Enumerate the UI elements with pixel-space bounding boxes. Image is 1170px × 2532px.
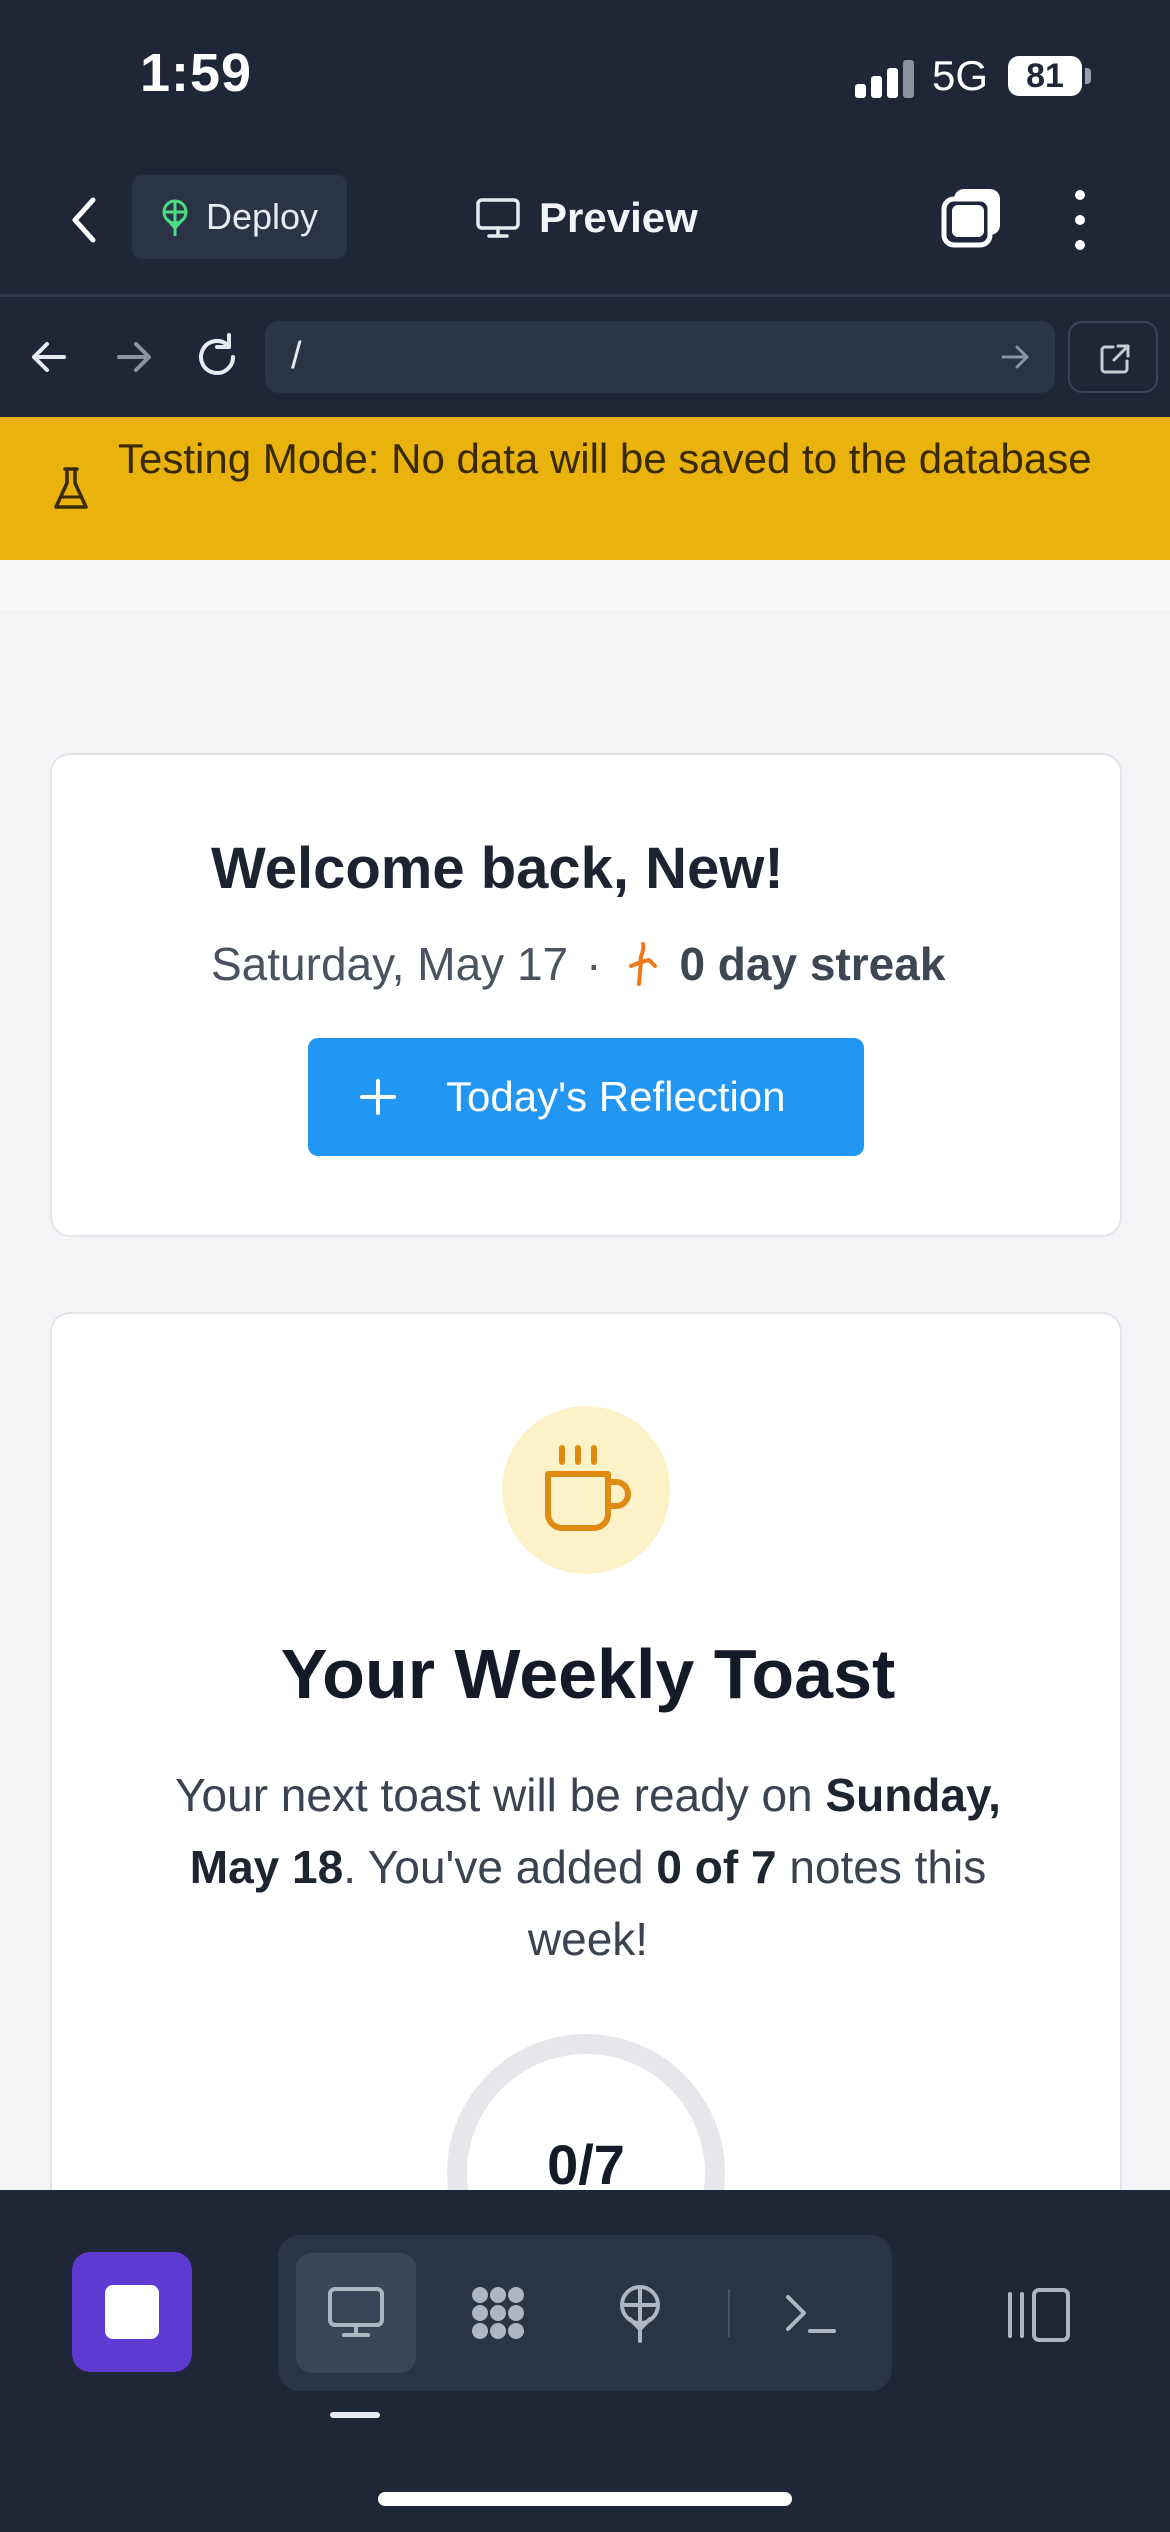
preview-tool-button[interactable] (296, 2253, 416, 2373)
shell-tool-button[interactable] (750, 2253, 870, 2373)
browser-back-button[interactable] (20, 327, 80, 387)
bottom-dock (0, 2190, 1170, 2532)
status-bar: 1:59 5G 81 (0, 0, 1170, 150)
stop-button[interactable] (72, 2252, 192, 2372)
current-date: Saturday, May 17 (211, 938, 569, 990)
agent-icon (472, 2287, 524, 2339)
url-input[interactable]: / (265, 321, 1055, 393)
terminal-icon (786, 2295, 836, 2333)
streak-count: 0 day streak (679, 938, 946, 990)
app-screen: 1:59 5G 81 Deploy Preview / Testing Mode… (0, 0, 1170, 2532)
tabs-button[interactable] (940, 185, 1006, 251)
welcome-subtitle: Saturday, May 17 · 0 day streak (211, 937, 945, 991)
cellular-signal-icon (855, 60, 915, 98)
monitor-icon (328, 2287, 384, 2337)
vertical-dots-icon (1075, 190, 1085, 250)
browser-toolbar: / (0, 297, 1170, 417)
deploy-button[interactable]: Deploy (132, 175, 347, 259)
network-type: 5G (932, 52, 989, 99)
tool-separator (728, 2289, 730, 2337)
toast-desc-part: Your next toast will be ready on (175, 1769, 826, 1821)
external-link-icon (1100, 344, 1130, 374)
active-tab-indicator (330, 2412, 380, 2418)
battery-tip (1085, 68, 1091, 84)
panel-toggle-button[interactable] (998, 2280, 1078, 2350)
agent-tool-button[interactable] (438, 2253, 558, 2373)
app-header-strip (0, 560, 1170, 610)
separator-dot: · (586, 938, 602, 990)
coffee-badge (502, 1406, 670, 1574)
app-content: Welcome back, New! Saturday, May 17 · 0 … (0, 560, 1170, 2190)
progress-label: 0/7 (547, 2133, 625, 2190)
toast-desc-part: . You've added (343, 1841, 657, 1893)
deploy-label: Deploy (206, 196, 319, 237)
reload-icon (199, 333, 235, 375)
tabs-icon (941, 189, 1000, 248)
reload-button[interactable] (187, 327, 247, 387)
url-value: / (291, 335, 302, 377)
more-options-button[interactable] (1060, 185, 1100, 255)
deploy-icon (162, 199, 188, 236)
tool-switcher (278, 2235, 892, 2391)
panel-icon (1008, 2288, 1070, 2342)
testing-mode-banner: Testing Mode: No data will be saved to t… (0, 417, 1170, 560)
todays-reflection-button[interactable]: Today's Reflection (308, 1038, 864, 1156)
top-nav: Deploy Preview (0, 150, 1170, 295)
welcome-card: Welcome back, New! Saturday, May 17 · 0 … (50, 753, 1122, 1237)
deploy-icon (620, 2285, 660, 2343)
stop-icon (105, 2285, 159, 2339)
battery-indicator: 81 (1008, 56, 1082, 96)
arrow-right-icon (117, 342, 151, 372)
arrow-left-icon (32, 342, 66, 372)
notes-count: 0 of 7 (656, 1841, 777, 1893)
deploy-tool-button[interactable] (580, 2253, 700, 2373)
weekly-toast-card: Your Weekly Toast Your next toast will b… (50, 1312, 1122, 2190)
toast-title: Your Weekly Toast (280, 1635, 896, 1713)
flask-icon (54, 467, 88, 509)
browser-forward-button[interactable] (103, 327, 163, 387)
welcome-title: Welcome back, New! (211, 836, 784, 901)
preview-title: Preview (475, 188, 698, 248)
preview-label: Preview (539, 194, 698, 241)
banner-text: Testing Mode: No data will be saved to t… (118, 435, 1092, 482)
chevron-left-icon (72, 197, 96, 243)
home-indicator[interactable] (378, 2492, 792, 2506)
plus-icon (360, 1079, 396, 1115)
toast-description: Your next toast will be ready on Sunday,… (132, 1759, 1044, 1975)
status-time: 1:59 (140, 43, 253, 103)
go-arrow-icon[interactable] (997, 339, 1033, 375)
fire-icon (629, 942, 658, 986)
monitor-icon (476, 198, 520, 238)
open-external-button[interactable] (1068, 321, 1158, 393)
back-button[interactable] (60, 190, 110, 250)
reflection-button-label: Today's Reflection (446, 1073, 786, 1120)
coffee-icon (545, 1445, 631, 1531)
